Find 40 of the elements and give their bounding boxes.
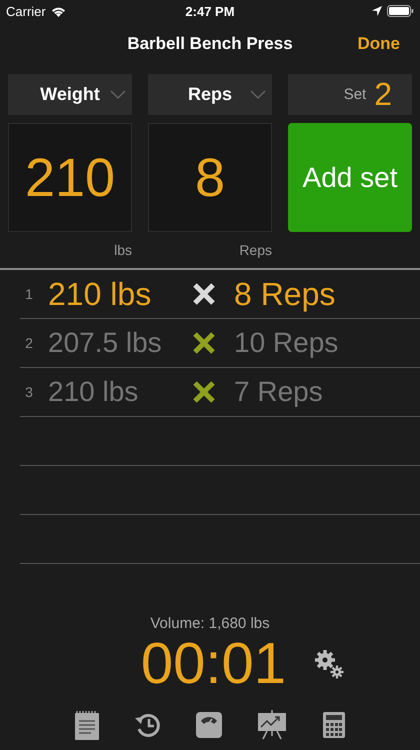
- value-field[interactable]: 8: [148, 123, 272, 232]
- location-icon: [372, 6, 382, 16]
- screen-title: Barbell Bench Press: [127, 34, 293, 54]
- set-index: 1: [24, 286, 34, 302]
- notepad-icon[interactable]: [74, 710, 100, 740]
- unit-label: Reps: [239, 242, 272, 258]
- set-weight: 210 lbs: [48, 376, 140, 408]
- set-label: Set: [344, 86, 366, 103]
- caret-icon: [250, 90, 266, 99]
- history-icon[interactable]: [134, 712, 161, 738]
- set-reps: 7 Reps: [234, 376, 323, 408]
- picker-dropdown[interactable]: Reps: [148, 74, 272, 115]
- cross-icon: [192, 380, 216, 404]
- calculator-icon[interactable]: [322, 711, 346, 739]
- scale-icon[interactable]: [194, 711, 223, 739]
- set-weight: 210 lbs: [48, 276, 152, 312]
- wifi-icon: [50, 6, 66, 16]
- set-reps: 8 Reps: [234, 276, 336, 312]
- carrier-label: Carrier: [6, 4, 46, 18]
- unit-label: lbs: [114, 242, 132, 258]
- timer: 00:01: [140, 632, 286, 696]
- value-field[interactable]: 210: [8, 123, 132, 232]
- done-button[interactable]: Done: [358, 34, 400, 54]
- caret-icon: [110, 90, 126, 99]
- set-index: 2: [24, 335, 34, 351]
- cross-icon: [192, 331, 216, 355]
- set-weight: 207.5 lbs: [48, 327, 163, 359]
- chart-board-icon[interactable]: [257, 710, 288, 740]
- picker-dropdown[interactable]: Weight: [8, 74, 132, 115]
- set-index: 3: [24, 384, 34, 400]
- cross-icon: [192, 282, 216, 306]
- battery-icon: [387, 5, 414, 17]
- volume-label: Volume: 1,680 lbs: [150, 615, 270, 632]
- set-row[interactable]: 3 210 lbs 7 Reps: [20, 368, 420, 417]
- set-row[interactable]: 1 210 lbs 8 Reps: [20, 270, 420, 319]
- set-reps: 10 Reps: [234, 327, 338, 359]
- status-time: 2:47 PM: [184, 4, 236, 18]
- set-row[interactable]: 2 207.5 lbs 10 Reps: [20, 319, 420, 368]
- settings-icon[interactable]: [314, 649, 344, 680]
- set-number: 2: [374, 76, 392, 113]
